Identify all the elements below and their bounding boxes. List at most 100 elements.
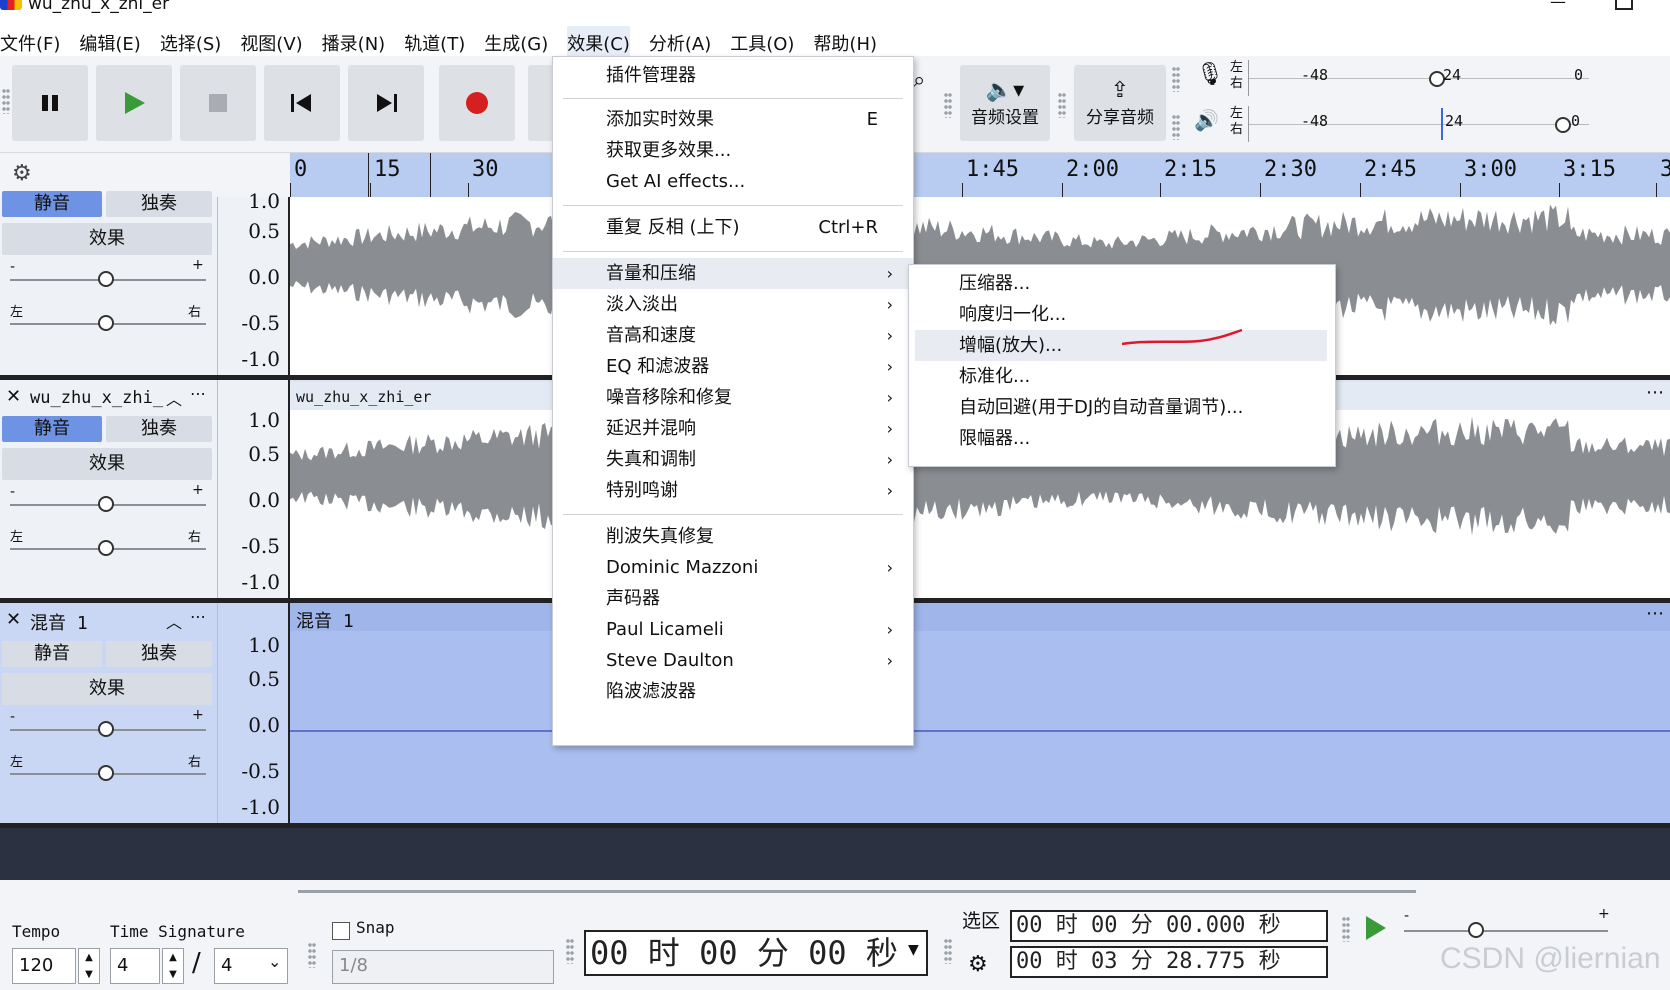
skip-end-button[interactable] — [348, 65, 424, 141]
track-name[interactable]: 混音 1 — [30, 609, 88, 635]
menu-10[interactable]: 帮助(H) — [813, 26, 877, 56]
effects-menu-item[interactable]: 失真和调制 › — [553, 444, 913, 475]
effects-menu-item[interactable]: 陷波滤波器 — [553, 676, 913, 707]
mute-button[interactable]: 静音 — [2, 191, 102, 217]
selection-end[interactable]: 00 时 03 分 28.775 秒 — [1010, 946, 1328, 978]
stop-button[interactable] — [180, 65, 256, 141]
effects-menu-item[interactable]: 淡入淡出 › — [553, 289, 913, 320]
grip-icon[interactable] — [944, 938, 952, 964]
pause-button[interactable] — [12, 65, 88, 141]
timesig-numerator[interactable]: 4 — [110, 948, 160, 984]
tempo-stepper[interactable]: ▲ ▼ — [78, 948, 100, 984]
clip-header[interactable]: 混音 1 ⋯ — [290, 603, 1670, 632]
effects-button[interactable]: 效果 — [2, 448, 212, 480]
play-button[interactable] — [96, 65, 172, 141]
effects-menu-item[interactable]: 噪音移除和修复 › — [553, 382, 913, 413]
effects-menu-item[interactable]: 削波失真修复 — [553, 521, 913, 552]
submenu-item[interactable]: 自动回避(用于DJ的自动音量调节)... — [915, 392, 1327, 423]
effects-menu-item[interactable]: 音量和压缩 › — [553, 258, 913, 289]
playback-speaker-icon[interactable]: 🔊 — [1194, 108, 1219, 132]
grip-icon[interactable] — [1342, 916, 1350, 942]
effects-button[interactable]: 效果 — [2, 673, 212, 705]
tempo-input[interactable]: 120 — [12, 948, 76, 984]
gear-icon[interactable]: ⚙ — [968, 952, 988, 977]
more-icon[interactable]: ⋯ — [190, 384, 206, 403]
maximize-icon[interactable] — [1615, 0, 1633, 10]
menu-3[interactable]: 视图(V) — [240, 26, 302, 56]
skip-start-button[interactable] — [264, 65, 340, 141]
submenu-item[interactable]: 标准化... — [915, 361, 1327, 392]
more-icon[interactable]: ⋯ — [190, 607, 206, 626]
effects-menu-item[interactable]: Steve Daulton › — [553, 645, 913, 676]
effects-menu-item[interactable]: 延迟并混响 › — [553, 413, 913, 444]
audio-setup-button[interactable]: 🔈▾ 音频设置 — [960, 65, 1050, 141]
submenu-item[interactable]: 限幅器... — [915, 423, 1327, 454]
grip-icon[interactable] — [1172, 114, 1180, 140]
gain-slider[interactable] — [10, 496, 206, 512]
pan-slider[interactable] — [10, 315, 206, 331]
grip-icon[interactable] — [1058, 92, 1066, 118]
effects-menu-item[interactable]: 声码器 — [553, 583, 913, 614]
speed-slider[interactable] — [1404, 922, 1608, 938]
recording-meter[interactable]: -48 24 0 — [1248, 60, 1590, 96]
grip-icon[interactable] — [1172, 66, 1180, 92]
clip-menu-icon[interactable]: ⋯ — [1646, 603, 1664, 624]
grip-icon[interactable] — [944, 92, 952, 118]
effects-menu-item[interactable]: 获取更多效果... — [553, 135, 913, 166]
collapse-icon[interactable]: ︿ — [166, 609, 182, 633]
empty-track-area[interactable] — [0, 828, 1670, 880]
solo-button[interactable]: 独奏 — [106, 416, 212, 442]
menu-7[interactable]: 效果(C) — [567, 26, 630, 56]
menu-2[interactable]: 选择(S) — [160, 26, 221, 56]
effects-menu-item[interactable]: EQ 和滤波器 › — [553, 351, 913, 382]
menu-4[interactable]: 播录(N) — [322, 26, 386, 56]
snap-checkbox[interactable] — [332, 922, 350, 940]
waveform-area[interactable]: 混音 1 ⋯ — [290, 603, 1670, 823]
share-audio-button[interactable]: ⇪ 分享音频 — [1074, 65, 1166, 141]
menu-9[interactable]: 工具(O) — [730, 26, 794, 56]
zoom-icon[interactable]: ⌕ — [913, 68, 925, 93]
dropdown-icon[interactable]: ▼ — [908, 942, 919, 958]
effects-menu-item[interactable]: 特别鸣谢 › — [553, 475, 913, 506]
clip-menu-icon[interactable]: ⋯ — [1646, 382, 1664, 403]
selection-start[interactable]: 00 时 00 分 00.000 秒 — [1010, 910, 1328, 942]
minimize-icon[interactable]: — — [1550, 0, 1570, 12]
effects-menu-item[interactable]: 重复 反相 (上下) Ctrl+R — [553, 212, 913, 243]
close-icon[interactable]: ✕ — [6, 609, 21, 630]
close-icon[interactable]: ✕ — [6, 386, 21, 407]
submenu-item[interactable]: 压缩器... — [915, 268, 1327, 299]
effects-button[interactable]: 效果 — [2, 223, 212, 255]
grip-icon[interactable] — [2, 88, 10, 114]
effects-menu-item[interactable]: Get AI effects... — [553, 166, 913, 197]
gear-icon[interactable]: ⚙ — [12, 161, 32, 186]
solo-button[interactable]: 独奏 — [106, 191, 212, 217]
record-button[interactable] — [439, 65, 515, 141]
chevron-down-icon[interactable]: ⌄ — [268, 952, 281, 971]
pan-slider[interactable] — [10, 765, 206, 781]
timesig-stepper[interactable]: ▲ ▼ — [162, 948, 184, 984]
grip-icon[interactable] — [308, 942, 316, 968]
track-name[interactable]: wu_zhu_x_zhi_ — [30, 388, 163, 408]
solo-button[interactable]: 独奏 — [106, 641, 212, 667]
effects-menu-item[interactable]: Paul Licameli › — [553, 614, 913, 645]
gain-slider[interactable] — [10, 721, 206, 737]
grip-icon[interactable] — [566, 938, 574, 964]
play-at-speed-icon[interactable] — [1362, 914, 1390, 942]
menu-8[interactable]: 分析(A) — [649, 26, 711, 56]
effects-menu-item[interactable]: 添加实时效果 E — [553, 104, 913, 135]
pan-slider[interactable] — [10, 540, 206, 556]
collapse-icon[interactable]: ︿ — [166, 386, 182, 410]
menu-0[interactable]: 文件(F) — [0, 26, 60, 56]
effects-menu-item[interactable]: 插件管理器 — [553, 60, 913, 91]
menu-5[interactable]: 轨道(T) — [404, 26, 465, 56]
time-display[interactable]: 00 时 00 分 00 秒 — [584, 930, 928, 976]
menu-6[interactable]: 生成(G) — [484, 26, 548, 56]
ruler-track[interactable]: 0 15 30 1:45 2:00 2:15 2:30 2:45 3:00 3:15 3 — [290, 153, 1670, 197]
gain-slider[interactable] — [10, 271, 206, 287]
microphone-icon[interactable]: 🎙 — [1196, 62, 1224, 87]
mute-button[interactable]: 静音 — [2, 641, 102, 667]
effects-menu-item[interactable]: 音高和速度 › — [553, 320, 913, 351]
effects-menu-item[interactable]: Dominic Mazzoni › — [553, 552, 913, 583]
snap-select[interactable]: 1/8 — [332, 950, 554, 984]
playback-meter[interactable]: -48 24 0 — [1248, 106, 1590, 142]
